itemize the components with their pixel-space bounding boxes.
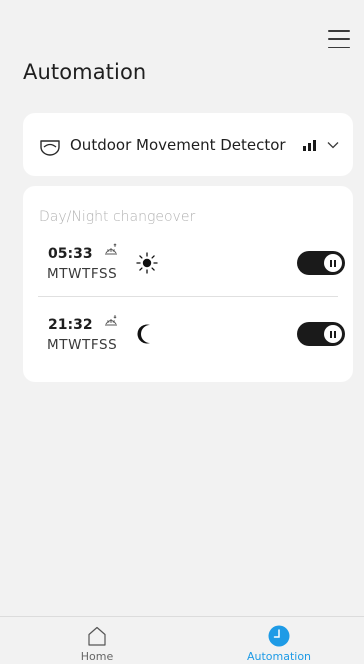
home-icon [88,626,106,646]
nav-label-home: Home [80,650,114,663]
signal-strength-icon [303,139,316,151]
hamburger-menu-icon[interactable] [328,30,350,48]
schedule-time: 21:32 [48,317,93,333]
moon-icon [137,324,150,344]
chevron-down-icon[interactable] [327,141,339,149]
nav-label-automation: Automation [246,650,312,663]
schedule-days: MTWTFSS [47,337,118,353]
schedule-row[interactable]: 21:32 MTWTFSS [23,314,353,368]
sunset-icon [105,315,117,326]
divider [38,296,338,297]
device-name: Outdoor Movement Detector [70,135,286,154]
section-label: Day/Night changeover [39,209,196,225]
nav-item-home[interactable]: Home [37,617,157,664]
automation-screen: Automation Outdoor Movement Detector Day… [0,0,364,664]
clock-icon [268,625,290,647]
day-night-schedule-card: Day/Night changeover 05:33 MTWTFSS 21:32… [23,186,353,382]
sun-icon [136,252,158,274]
day-mode-toggle[interactable] [297,251,345,275]
schedule-days: MTWTFSS [47,266,118,282]
schedule-time: 05:33 [48,246,93,262]
bottom-navigation: Home Automation [0,616,364,664]
nav-item-automation[interactable]: Automation [219,617,339,664]
page-title: Automation [23,60,147,84]
night-mode-toggle[interactable] [297,322,345,346]
sunrise-icon [105,243,117,255]
schedule-row[interactable]: 05:33 MTWTFSS [23,243,353,297]
device-selector[interactable]: Outdoor Movement Detector [23,113,353,176]
motion-detector-icon [40,139,60,156]
toggle-knob [324,325,342,343]
toggle-knob [324,254,342,272]
